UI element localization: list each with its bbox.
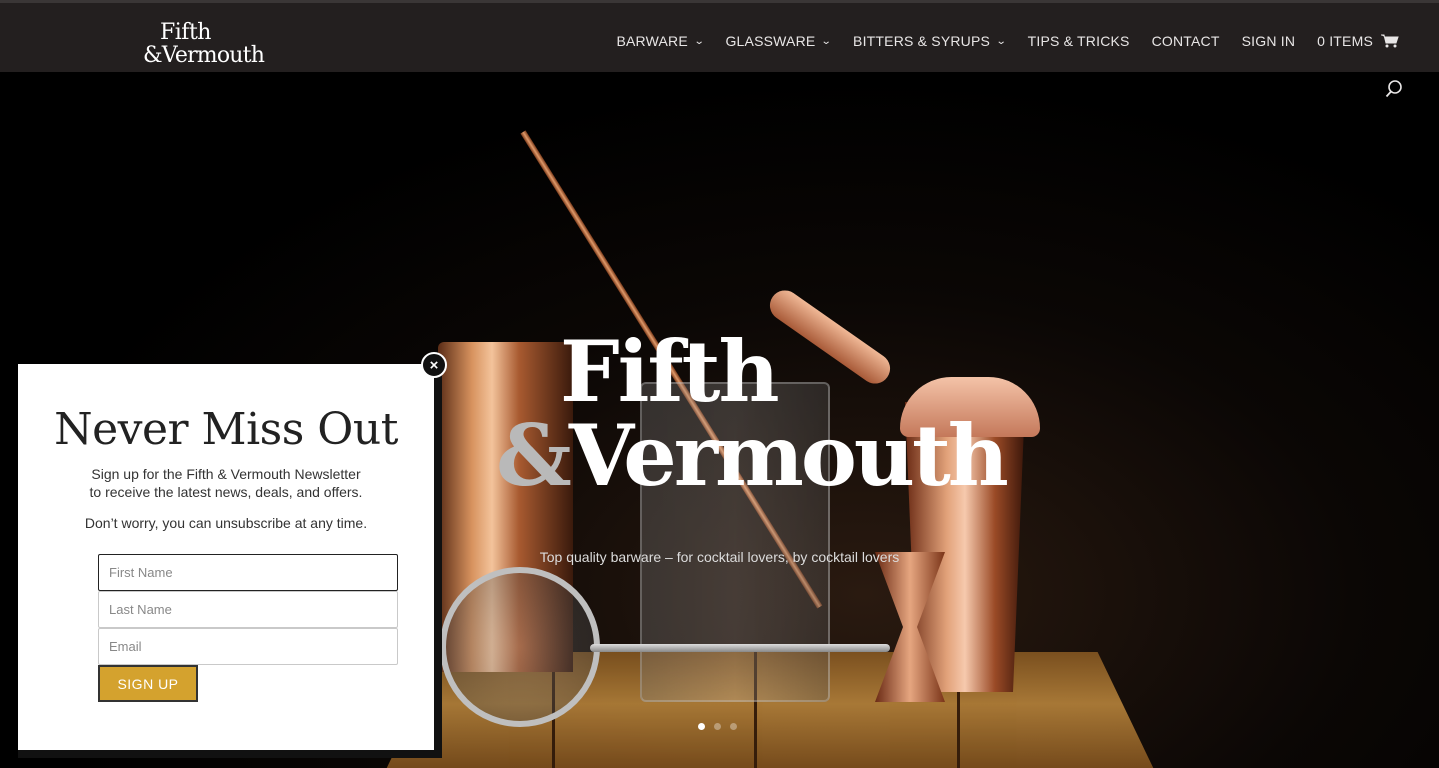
- hero-title: Fifth &Vermouth: [496, 322, 1009, 498]
- nav-label: SIGN IN: [1241, 33, 1296, 49]
- fine-strainer-image: [440, 567, 600, 727]
- fine-strainer-handle-image: [590, 644, 890, 652]
- nav-label: BARWARE: [616, 33, 688, 49]
- signup-form: First Name Last Name Email SIGN UP: [98, 554, 398, 702]
- nav-label: BITTERS & SYRUPS: [853, 33, 991, 49]
- nav-item-contact[interactable]: CONTACT: [1152, 33, 1220, 49]
- main-nav: BARWARE ⌄ GLASSWARE ⌄ BITTERS & SYRUPS ⌄…: [594, 33, 1399, 49]
- newsletter-popup: Never Miss Out Sign up for the Fifth & V…: [18, 364, 434, 750]
- site-header: Fifth &Vermouth BARWARE ⌄ GLASSWARE ⌄ BI…: [0, 0, 1439, 72]
- nav-label: CONTACT: [1151, 33, 1220, 49]
- nav-item-sign-in[interactable]: SIGN IN: [1242, 33, 1296, 49]
- chevron-down-icon: ⌄: [821, 35, 833, 47]
- slider-dots: [698, 723, 737, 730]
- cart-icon: [1381, 34, 1399, 48]
- search-icon[interactable]: [1385, 80, 1403, 98]
- hero-title-amp: &: [496, 406, 572, 505]
- signup-button[interactable]: SIGN UP: [98, 665, 198, 702]
- cart-link[interactable]: 0 ITEMS: [1317, 33, 1399, 49]
- nav-label: TIPS & TRICKS: [1027, 33, 1130, 49]
- popup-unsubscribe-note: Don’t worry, you can unsubscribe at any …: [84, 515, 368, 531]
- logo[interactable]: Fifth &Vermouth: [143, 21, 273, 73]
- popup-title: Never Miss Out: [54, 404, 398, 455]
- hero-title-line2: &Vermouth: [496, 414, 1009, 498]
- chevron-down-icon: ⌄: [693, 35, 705, 47]
- slider-dot-3[interactable]: [730, 723, 737, 730]
- popup-description: Sign up for the Fifth & Vermouth Newslet…: [18, 465, 434, 501]
- hero-title-word: Vermouth: [568, 406, 1009, 505]
- hero-title-line1: Fifth: [560, 322, 780, 421]
- nav-item-tips-tricks[interactable]: TIPS & TRICKS: [1028, 33, 1130, 49]
- chevron-down-icon: ⌄: [995, 35, 1007, 47]
- popup-text-line2: to receive the latest news, deals, and o…: [89, 484, 363, 500]
- cart-label: 0 ITEMS: [1317, 33, 1373, 49]
- nav-item-barware[interactable]: BARWARE ⌄: [616, 33, 705, 49]
- nav-label: GLASSWARE: [725, 33, 816, 49]
- popup-text-line1: Sign up for the Fifth & Vermouth Newslet…: [91, 466, 361, 482]
- nav-item-bitters-syrups[interactable]: BITTERS & SYRUPS ⌄: [853, 33, 1007, 49]
- slider-dot-2[interactable]: [714, 723, 721, 730]
- first-name-field[interactable]: First Name: [98, 554, 398, 591]
- logo-line2: &Vermouth: [143, 43, 265, 68]
- slider-dot-1[interactable]: [698, 723, 705, 730]
- email-field[interactable]: Email: [98, 628, 398, 665]
- close-icon[interactable]: ×: [421, 352, 447, 378]
- logo-line1: Fifth: [160, 20, 211, 45]
- nav-item-glassware[interactable]: GLASSWARE ⌄: [725, 33, 833, 49]
- last-name-field[interactable]: Last Name: [98, 591, 398, 628]
